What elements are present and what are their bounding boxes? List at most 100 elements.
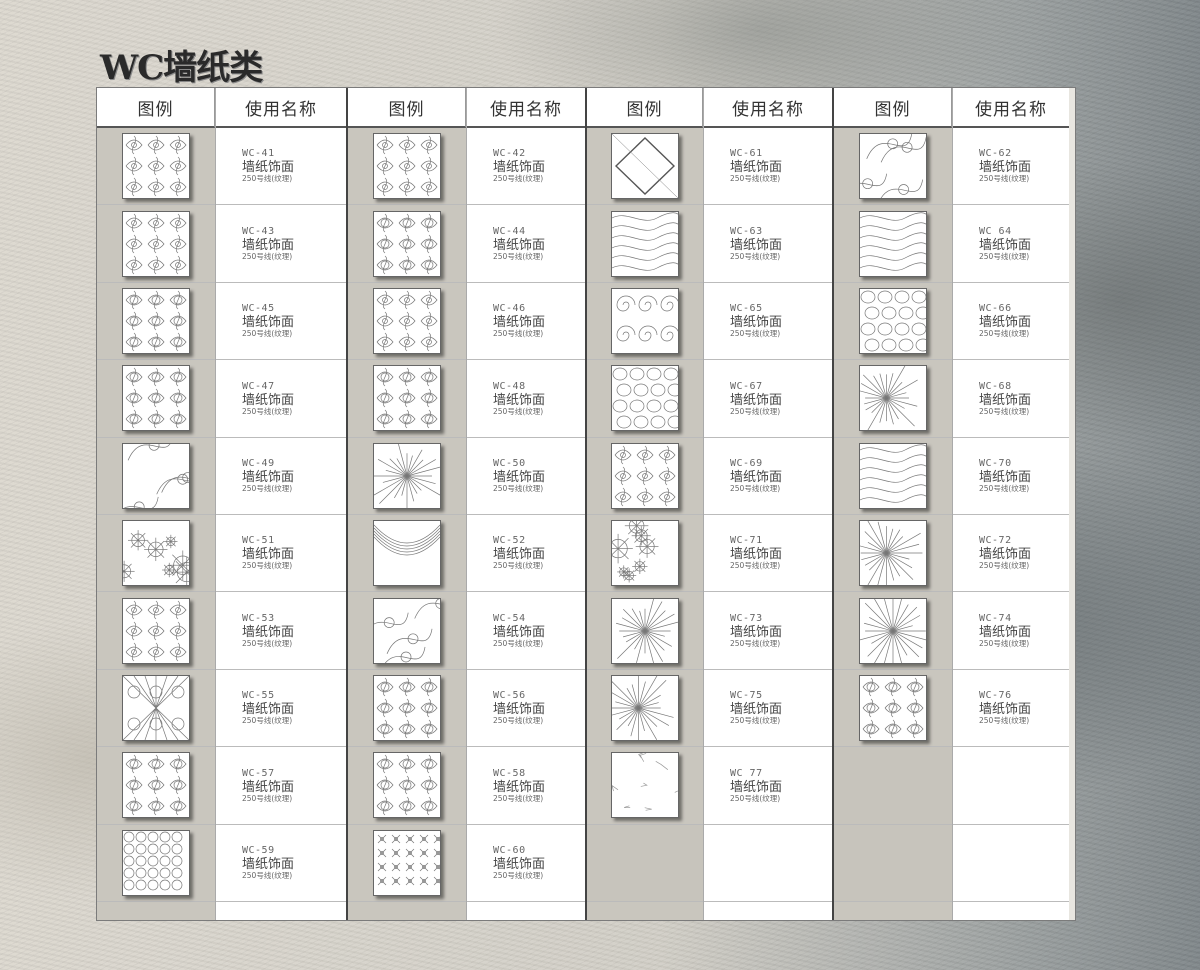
- name-cell: WC-49 墙纸饰面 250号线(纹理): [216, 438, 346, 515]
- name-cell: WC-70 墙纸饰面 250号线(纹理): [953, 438, 1069, 515]
- wallpaper-swatch-lattice: [122, 674, 190, 741]
- image-cell: [97, 438, 215, 515]
- item-code: WC-62: [979, 148, 1012, 160]
- wallpaper-swatch-star: [373, 442, 441, 509]
- header-image: 图例: [348, 88, 466, 128]
- item-name-block: WC-68 墙纸饰面 250号线(纹理): [979, 381, 1032, 416]
- item-name-block: WC-49 墙纸饰面 250号线(纹理): [242, 459, 294, 493]
- wallpaper-swatch-damask: [122, 133, 190, 200]
- item-code: WC-59: [242, 844, 275, 856]
- item-desc: 250号线(纹理): [242, 174, 293, 184]
- item-label: 墙纸饰面: [242, 779, 295, 795]
- item-code: WC-66: [979, 303, 1012, 315]
- item-label: 墙纸饰面: [493, 702, 546, 718]
- image-column: 图例: [834, 88, 952, 920]
- name-cell: WC-75 墙纸饰面 250号线(纹理): [704, 670, 832, 748]
- item-code: WC-76: [979, 690, 1012, 702]
- name-cell: WC-62 墙纸饰面 250号线(纹理): [953, 128, 1069, 206]
- item-label: 墙纸饰面: [979, 237, 1032, 253]
- wallpaper-swatch-rays: [611, 674, 679, 741]
- wallpaper-swatch-damask: [373, 133, 441, 200]
- wallpaper-swatch-crosses: [373, 829, 441, 896]
- wallpaper-swatch-cracks: [611, 752, 679, 819]
- header-name: 使用名称: [467, 88, 585, 128]
- item-label: 墙纸饰面: [493, 779, 546, 795]
- item-desc: 250号线(纹理): [730, 406, 781, 416]
- image-cell: [587, 747, 703, 825]
- item-code: WC-61: [730, 148, 763, 160]
- item-label: 墙纸饰面: [242, 547, 295, 563]
- name-cell: WC-73 墙纸饰面 250号线(纹理): [704, 592, 832, 670]
- item-name-block: WC-61 墙纸饰面 250号线(纹理): [730, 149, 782, 183]
- image-cell: [587, 438, 703, 515]
- item-label: 墙纸饰面: [242, 315, 295, 331]
- item-label: 墙纸饰面: [979, 392, 1032, 408]
- item-name-block: WC-41 墙纸饰面 250号线(纹理): [242, 149, 294, 183]
- catalog-group-2: 图例 使用名称 WC-42 墙纸饰面 250号线(纹理) WC-44 墙纸饰面 250号线(纹…: [346, 88, 585, 920]
- name-cell: [704, 825, 832, 902]
- item-code: WC-52: [493, 535, 526, 547]
- item-name-block: WC-65 墙纸饰面 250号线(纹理): [730, 304, 782, 338]
- item-desc: 250号线(纹理): [493, 174, 544, 184]
- image-cell: [97, 515, 215, 593]
- item-desc: 250号线(纹理): [979, 716, 1030, 726]
- image-cell: [834, 515, 952, 593]
- image-cell: [834, 360, 952, 438]
- item-desc: 250号线(纹理): [493, 406, 544, 416]
- name-cell: WC-69 墙纸饰面 250号线(纹理): [704, 438, 832, 515]
- item-desc: 250号线(纹理): [493, 329, 544, 339]
- item-label: 墙纸饰面: [493, 315, 546, 331]
- item-name-block: WC 77 墙纸饰面 250号线(纹理): [730, 768, 782, 803]
- wallpaper-swatch-swirl: [373, 597, 441, 664]
- image-cell: [587, 670, 703, 748]
- image-cell: [834, 438, 952, 515]
- item-code: WC-49: [242, 458, 275, 469]
- name-column: 使用名称 WC-61 墙纸饰面 250号线(纹理) WC-63 墙纸饰面 250号线(纹理)…: [703, 88, 832, 920]
- item-name-block: WC-51 墙纸饰面 250号线(纹理): [242, 536, 294, 570]
- item-desc: 250号线(纹理): [979, 251, 1030, 261]
- name-cell: WC-50 墙纸饰面 250号线(纹理): [467, 438, 585, 515]
- item-label: 墙纸饰面: [730, 547, 783, 563]
- item-name-block: WC-71 墙纸饰面 250号线(纹理): [730, 536, 782, 570]
- item-name-block: WC-52 墙纸饰面 250号线(纹理): [493, 536, 545, 570]
- image-cell: [834, 205, 952, 283]
- image-column: 图例: [587, 88, 703, 920]
- header-image: 图例: [97, 88, 215, 128]
- item-label: 墙纸饰面: [493, 470, 546, 485]
- item-code: WC-74: [979, 612, 1012, 624]
- item-label: 墙纸饰面: [730, 624, 783, 640]
- item-desc: 250号线(纹理): [242, 638, 293, 648]
- item-desc: 250号线(纹理): [730, 793, 781, 803]
- item-name-block: WC-57 墙纸饰面 250号线(纹理): [242, 768, 295, 803]
- image-cell: [587, 283, 703, 361]
- wallpaper-swatch-waves: [859, 210, 927, 277]
- wallpaper-swatch-floral: [373, 674, 441, 741]
- item-name-block: WC-54 墙纸饰面 250号线(纹理): [493, 612, 545, 648]
- item-label: 墙纸饰面: [493, 856, 546, 872]
- item-desc: 250号线(纹理): [979, 484, 1030, 493]
- item-label: 墙纸饰面: [242, 392, 295, 408]
- wallpaper-catalog-table: 图例 使用名称 WC-41 墙纸饰面 250号线(纹理) WC-43 墙纸饰面 250号线(纹…: [97, 88, 1075, 920]
- image-cell: [834, 824, 952, 902]
- item-code: WC-45: [242, 303, 275, 315]
- item-name-block: WC-45 墙纸饰面 250号线(纹理): [242, 304, 294, 338]
- name-cell: WC-41 墙纸饰面 250号线(纹理): [216, 128, 346, 206]
- wallpaper-swatch-floral: [122, 365, 190, 432]
- image-cell: [348, 205, 466, 283]
- page-title: WC墙纸类: [100, 48, 263, 88]
- item-code: WC-71: [730, 535, 763, 547]
- item-code: WC-54: [493, 612, 526, 624]
- item-code: WC-47: [242, 380, 275, 392]
- wallpaper-swatch-damask: [122, 597, 190, 664]
- catalog-group-3: 图例 使用名称 WC-61 墙纸饰面 250号线(纹理) WC-63 墙纸饰面 250号线(纹…: [585, 88, 832, 920]
- item-desc: 250号线(纹理): [730, 174, 781, 184]
- image-cell: [348, 283, 466, 361]
- item-desc: 250号线(纹理): [242, 329, 293, 339]
- item-code: WC-56: [493, 690, 526, 702]
- wallpaper-swatch-arcs: [373, 520, 441, 587]
- wallpaper-swatch-swirl: [859, 133, 927, 200]
- item-name-block: WC-62 墙纸饰面 250号线(纹理): [979, 149, 1031, 183]
- item-label: 墙纸饰面: [979, 160, 1032, 176]
- item-name-block: WC-66 墙纸饰面 250号线(纹理): [979, 304, 1031, 338]
- wallpaper-swatch-diamond: [611, 133, 679, 200]
